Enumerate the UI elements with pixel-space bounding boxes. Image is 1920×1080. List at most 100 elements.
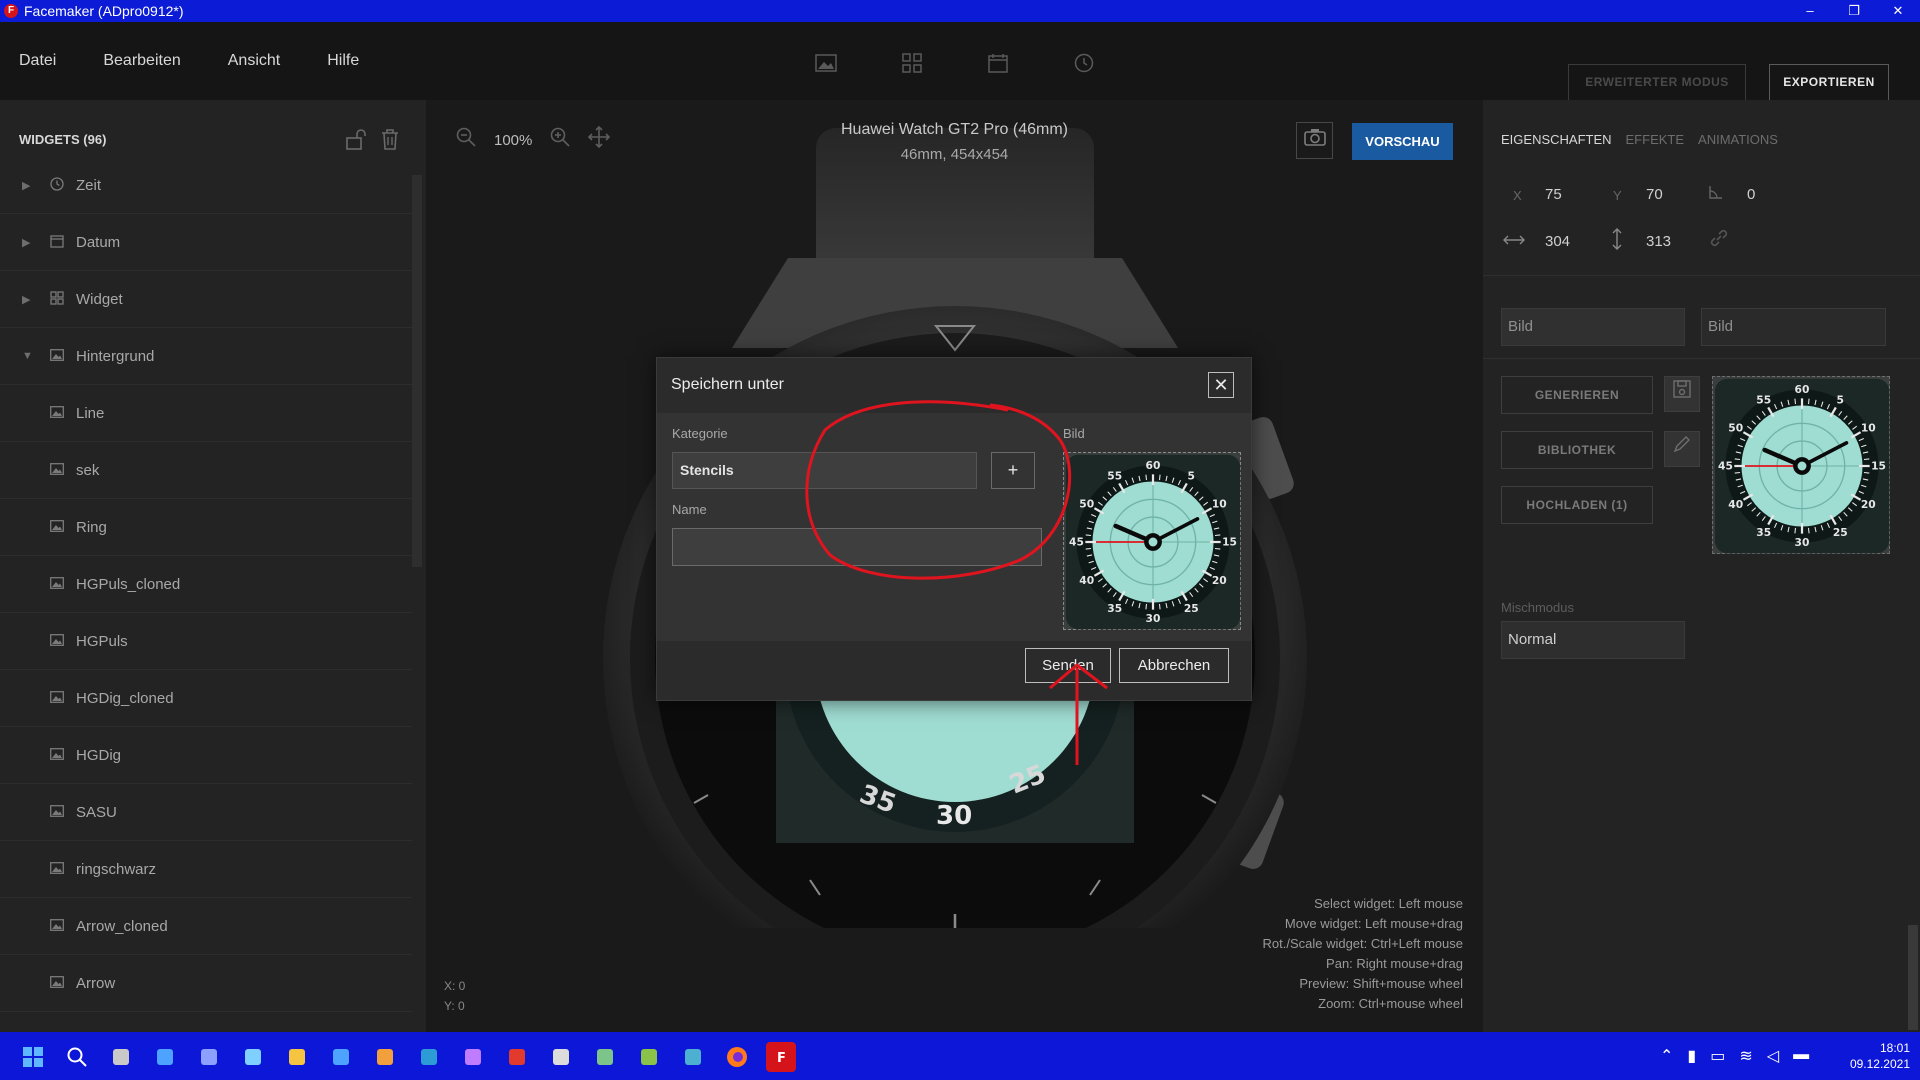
- widget-row-datum[interactable]: ▶ Datum: [0, 214, 412, 271]
- menu-datei[interactable]: Datei: [19, 52, 56, 70]
- menu-hilfe[interactable]: Hilfe: [327, 52, 359, 70]
- volume-icon[interactable]: ◁: [1767, 1046, 1779, 1066]
- y-value[interactable]: 70: [1646, 186, 1663, 203]
- minimize-button[interactable]: –: [1788, 0, 1832, 22]
- task-view-icon[interactable]: [106, 1042, 136, 1072]
- drop-icon[interactable]: [458, 1042, 488, 1072]
- image-icon: [50, 633, 64, 650]
- category-select[interactable]: Stencils: [672, 452, 977, 489]
- widget-row-sek[interactable]: sek: [0, 442, 412, 499]
- extended-mode-button[interactable]: ERWEITERTER MODUS: [1568, 64, 1746, 101]
- widget-row-hgdig[interactable]: HGDig: [0, 727, 412, 784]
- image-icon: [50, 975, 64, 992]
- taskbar-clock[interactable]: 18:01 09.12.2021: [1840, 1040, 1910, 1072]
- calendar-view-icon[interactable]: [982, 47, 1014, 79]
- app-photo-icon[interactable]: [370, 1042, 400, 1072]
- dialog-close-button[interactable]: ✕: [1208, 372, 1234, 398]
- widget-row-sasu[interactable]: SASU: [0, 784, 412, 841]
- explorer-icon[interactable]: [282, 1042, 312, 1072]
- widget-row-line[interactable]: Line: [0, 385, 412, 442]
- windows-start-icon[interactable]: [18, 1042, 48, 1072]
- widget-row-label: ringschwarz: [76, 860, 157, 878]
- display-icon[interactable]: ▭: [1710, 1046, 1725, 1066]
- caret-right-icon[interactable]: ▶: [22, 236, 30, 249]
- widget-row-label: HGPuls_cloned: [76, 575, 181, 593]
- tab-eigenschaften[interactable]: EIGENSCHAFTEN: [1501, 132, 1612, 147]
- acrobat-icon[interactable]: [502, 1042, 532, 1072]
- send-button[interactable]: Senden: [1025, 648, 1111, 683]
- dial-number: 25: [1833, 526, 1848, 539]
- widget-row-hintergrund[interactable]: ▼ Hintergrund: [0, 328, 412, 385]
- caret-right-icon[interactable]: ▶: [22, 293, 30, 306]
- dial-number: 55: [1756, 393, 1771, 406]
- height-value[interactable]: 313: [1646, 233, 1671, 250]
- generate-button[interactable]: GENERIEREN: [1501, 376, 1653, 414]
- app-tray-icon[interactable]: ▮: [1687, 1046, 1696, 1066]
- height-icon: [1611, 228, 1623, 253]
- tab-animations[interactable]: ANIMATIONS: [1698, 132, 1778, 147]
- clock-view-icon[interactable]: [1068, 47, 1100, 79]
- menu-bearbeiten[interactable]: Bearbeiten: [103, 52, 180, 70]
- name-input[interactable]: [672, 528, 1042, 566]
- tab-effekte[interactable]: EFFEKTE: [1626, 132, 1685, 147]
- export-button[interactable]: EXPORTIEREN: [1769, 64, 1889, 101]
- facemaker-icon[interactable]: F: [766, 1042, 796, 1072]
- dial-number: 35: [1756, 526, 1771, 539]
- widget-row-ringschwarz[interactable]: ringschwarz: [0, 841, 412, 898]
- add-category-button[interactable]: +: [991, 452, 1035, 489]
- image-thumbnail[interactable]: 60 5 10 15 20 25 30 35 40 45 50 55: [1712, 376, 1890, 554]
- widget-row-label: sek: [76, 461, 100, 479]
- image-field-2[interactable]: Bild: [1701, 308, 1886, 346]
- search-icon[interactable]: [62, 1042, 92, 1072]
- angle-value[interactable]: 0: [1747, 186, 1755, 203]
- menu-ansicht[interactable]: Ansicht: [228, 52, 280, 70]
- caret-down-icon[interactable]: ▼: [22, 350, 33, 362]
- widget-row-arrow[interactable]: Arrow: [0, 955, 412, 1012]
- preview-button[interactable]: VORSCHAU: [1352, 123, 1453, 160]
- firefox-icon[interactable]: [722, 1042, 752, 1072]
- widget-row-zeit[interactable]: ▶ Zeit: [0, 157, 412, 214]
- widget-row-widget[interactable]: ▶ Widget: [0, 271, 412, 328]
- save-icon[interactable]: [1664, 376, 1700, 412]
- widget-row-arrow-cloned[interactable]: Arrow_cloned: [0, 898, 412, 955]
- wifi-icon[interactable]: ≋: [1739, 1046, 1752, 1066]
- blend-mode-select[interactable]: Normal: [1501, 621, 1685, 659]
- edit-icon[interactable]: [1664, 431, 1700, 467]
- security-icon[interactable]: [546, 1042, 576, 1072]
- cancel-button[interactable]: Abbrechen: [1119, 648, 1229, 683]
- skype-icon[interactable]: [414, 1042, 444, 1072]
- remote-icon[interactable]: [238, 1042, 268, 1072]
- caret-right-icon[interactable]: ▶: [22, 179, 30, 192]
- grid-view-icon[interactable]: [896, 47, 928, 79]
- x-value[interactable]: 75: [1545, 186, 1562, 203]
- upload-button[interactable]: HOCHLADEN (1): [1501, 486, 1653, 524]
- image-view-icon[interactable]: [810, 47, 842, 79]
- screenshot-button[interactable]: [1296, 122, 1333, 159]
- widget-row-hgdig-cloned[interactable]: HGDig_cloned: [0, 670, 412, 727]
- link-icon[interactable]: [1709, 228, 1729, 251]
- app-sheet-icon[interactable]: [634, 1042, 664, 1072]
- app-doc-icon[interactable]: [590, 1042, 620, 1072]
- widgets-icon[interactable]: [150, 1042, 180, 1072]
- widget-row-hgpuls[interactable]: HGPuls: [0, 613, 412, 670]
- widget-list-scrollbar[interactable]: [412, 175, 422, 567]
- battery-icon[interactable]: ▬: [1793, 1046, 1809, 1066]
- app-l-icon[interactable]: [326, 1042, 356, 1072]
- trash-icon[interactable]: [380, 128, 400, 156]
- chat-icon[interactable]: [194, 1042, 224, 1072]
- close-window-button[interactable]: ✕: [1876, 0, 1920, 22]
- app-img-icon[interactable]: [678, 1042, 708, 1072]
- hint-line: Zoom: Ctrl+mouse wheel: [1318, 996, 1463, 1011]
- title-bar: F Facemaker (ADpro0912*) – ❐ ✕: [0, 0, 1920, 22]
- widget-row-hgpuls-cloned[interactable]: HGPuls_cloned: [0, 556, 412, 613]
- cursor-coordinates: X: 0 Y: 0: [444, 976, 465, 1016]
- widget-row-ring[interactable]: Ring: [0, 499, 412, 556]
- clock-date: 09.12.2021: [1849, 1057, 1910, 1071]
- image-field-1[interactable]: Bild: [1501, 308, 1685, 346]
- library-button[interactable]: BIBLIOTHEK: [1501, 431, 1653, 469]
- unlock-icon[interactable]: [344, 128, 366, 156]
- properties-scrollbar[interactable]: [1908, 925, 1918, 1030]
- chevron-up-icon[interactable]: ⌃: [1660, 1046, 1673, 1066]
- restore-button[interactable]: ❐: [1832, 0, 1876, 22]
- width-value[interactable]: 304: [1545, 233, 1570, 250]
